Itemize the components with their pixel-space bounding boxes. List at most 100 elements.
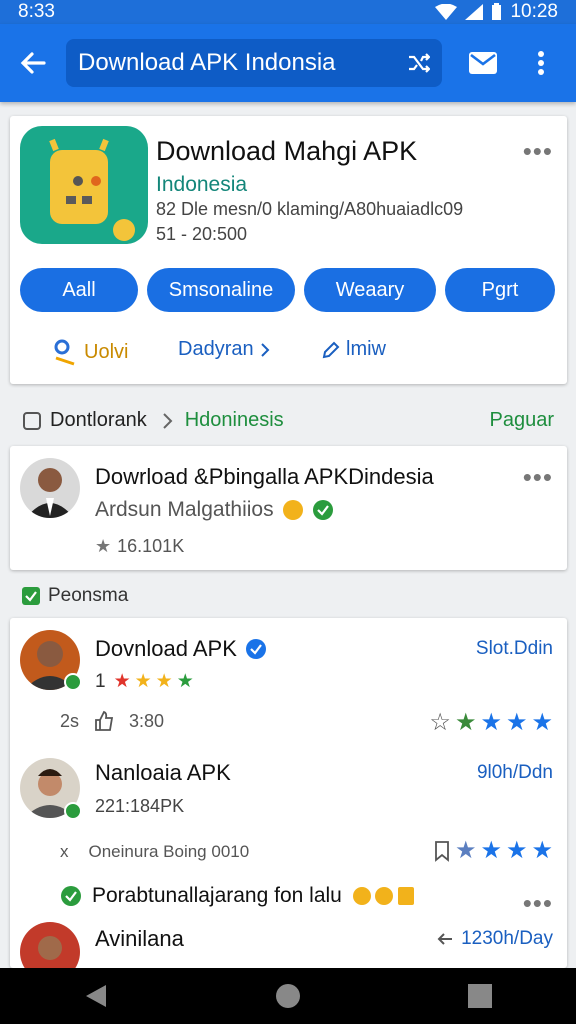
- review-1-likes: 3:80: [129, 710, 165, 731]
- review-2-sub: 221:184PK: [95, 796, 185, 816]
- shuffle-icon[interactable]: [408, 53, 430, 73]
- link-dadyran-label: Dadyran: [178, 338, 254, 360]
- pencil-icon: [322, 341, 340, 358]
- emoji-icons: [352, 887, 414, 905]
- battery-icon: [492, 3, 502, 20]
- mail-button[interactable]: [454, 24, 512, 102]
- link-dadyran[interactable]: Dadyran: [178, 338, 270, 361]
- result-subtitle: Ardsun Malgathiios: [95, 498, 274, 521]
- star-icon[interactable]: ★: [531, 836, 553, 865]
- review-1-stars: ★ ★ ★ ★: [114, 670, 194, 693]
- back-button[interactable]: [0, 24, 66, 102]
- arrow-left-icon: [20, 52, 46, 74]
- app-icon: [20, 126, 148, 244]
- last-item-name: Avinilana: [95, 926, 184, 951]
- link-lmiw[interactable]: lmiw: [322, 338, 386, 361]
- star-icon[interactable]: ★: [506, 708, 528, 737]
- review-1-actions: 2s 3:80: [60, 710, 164, 732]
- pill-weary-button[interactable]: Weaary: [304, 268, 436, 312]
- breadcrumb-current[interactable]: Hdoninesis: [185, 409, 284, 432]
- star-icon[interactable]: ★: [480, 836, 502, 865]
- verified-more-icon[interactable]: •••: [523, 890, 553, 916]
- pill-part-button[interactable]: Pgrt: [445, 268, 555, 312]
- app-meta-line-1: 82 Dle mesn/0 klaming/A80huaiadlc09: [156, 199, 464, 219]
- result-rating-row: ★ 16.101K: [95, 536, 184, 557]
- section-header: Peonsma: [22, 585, 128, 607]
- checkbox-checked-icon: [22, 587, 40, 605]
- last-item-time-row: 1230h/Day: [437, 928, 553, 950]
- review-1-rate-stars[interactable]: ☆ ★ ★ ★ ★: [429, 708, 553, 737]
- check-circle-icon: [312, 500, 333, 520]
- verified-check-icon: [245, 639, 266, 659]
- result-rating: 16.101K: [117, 536, 185, 556]
- reviews-card: Dovnload APK Slot.Ddin 1 ★ ★ ★ ★ 2s 3:80…: [10, 618, 567, 982]
- chevron-right-icon: [260, 342, 270, 357]
- status-icons: 10:28: [435, 1, 558, 23]
- breadcrumb-action-link[interactable]: Paguar: [490, 409, 555, 432]
- verified-badge-icon: [64, 802, 82, 820]
- review-1-name: Dovnload APK: [95, 636, 237, 661]
- review-1-rating-row: 1 ★ ★ ★ ★: [95, 670, 194, 693]
- app-card[interactable]: Download Mahgi APK Indonesia 82 Dle mesn…: [10, 116, 567, 384]
- nav-recents-icon[interactable]: [468, 984, 493, 1008]
- review-2-name: Nanloaia APK: [95, 760, 231, 785]
- link-uolvi[interactable]: Uolvi: [52, 338, 128, 366]
- result-card[interactable]: Dowrload &Pbingalla APKDindesia Ardsun M…: [10, 446, 567, 570]
- review-1-count: 2s: [60, 710, 80, 731]
- square-icon: [23, 411, 41, 430]
- review-2-rate-stars[interactable]: ★ ★ ★ ★: [433, 836, 553, 865]
- app-card-more-icon[interactable]: •••: [523, 138, 553, 164]
- link-uolvi-label: Uolvi: [84, 340, 129, 363]
- nav-back-icon[interactable]: [84, 983, 108, 1009]
- star-icon: ★: [176, 671, 194, 692]
- review-2-actions: x Oneinura Boing 0010: [60, 842, 249, 862]
- overflow-menu-button[interactable]: [512, 24, 570, 102]
- app-meta-line-2: 51 - 20:500: [156, 224, 248, 244]
- bookmark-icon[interactable]: [433, 840, 451, 862]
- more-vert-icon: [538, 51, 544, 75]
- check-circle-icon: [61, 886, 81, 906]
- search-query-text: Download APK Indonsia: [78, 49, 336, 76]
- result-more-icon[interactable]: •••: [523, 464, 553, 490]
- review-2-note: Oneinura Boing 0010: [88, 842, 250, 861]
- nav-home-icon[interactable]: [275, 983, 301, 1009]
- verified-badge-icon: [64, 673, 82, 691]
- hand-emoji-icon: [282, 500, 303, 520]
- verified-line-text: Porabtunallajarang fon lalu: [92, 884, 342, 907]
- star-icon[interactable]: ★: [506, 836, 528, 865]
- section-label: Peonsma: [48, 585, 129, 606]
- star-icon[interactable]: ★: [480, 708, 502, 737]
- thumbs-up-icon[interactable]: [93, 710, 115, 732]
- status-left-text: 8:33: [18, 1, 55, 22]
- star-icon[interactable]: ★: [531, 708, 553, 737]
- app-bar: Download APK Indonsia: [0, 24, 576, 102]
- review-1-name-row: Dovnload APK: [95, 636, 267, 662]
- review-1-time: Slot.Ddin: [475, 638, 553, 659]
- wifi-icon: [435, 4, 458, 20]
- pill-online-button[interactable]: Smsonaline: [147, 268, 295, 312]
- signal-icon: [465, 4, 484, 20]
- last-item-time: 1230h/Day: [461, 928, 553, 949]
- pill-all-button[interactable]: Aall: [20, 268, 138, 312]
- mail-icon: [469, 52, 497, 74]
- review-2-count: x: [60, 842, 69, 861]
- review-2-time: 9l0h/Ddn: [476, 762, 553, 783]
- system-nav-bar: [0, 968, 576, 1024]
- app-subtitle: Indonesia: [156, 173, 248, 196]
- breadcrumb: Dontlorank Hdoninesis: [22, 409, 284, 432]
- chevron-right-icon: [163, 412, 173, 429]
- status-bar: 8:33 10:28: [0, 0, 576, 24]
- result-title: Dowrload &Pbingalla APKDindesia: [95, 464, 434, 489]
- app-title: Download Mahgi APK: [156, 136, 418, 166]
- breadcrumb-home[interactable]: Dontlorank: [50, 409, 147, 432]
- avatar: [20, 458, 80, 518]
- star-icon: ★: [95, 536, 112, 556]
- result-subtitle-row: Ardsun Malgathiios: [95, 498, 334, 522]
- review-1-rating: 1: [95, 670, 106, 692]
- arrow-left-icon: [437, 933, 453, 945]
- star-icon[interactable]: ★: [455, 836, 477, 865]
- star-outline-icon[interactable]: ☆: [429, 708, 451, 737]
- verified-line-row: Porabtunallajarang fon lalu: [60, 884, 422, 908]
- search-input[interactable]: Download APK Indonsia: [66, 39, 442, 87]
- star-icon[interactable]: ★: [455, 708, 477, 737]
